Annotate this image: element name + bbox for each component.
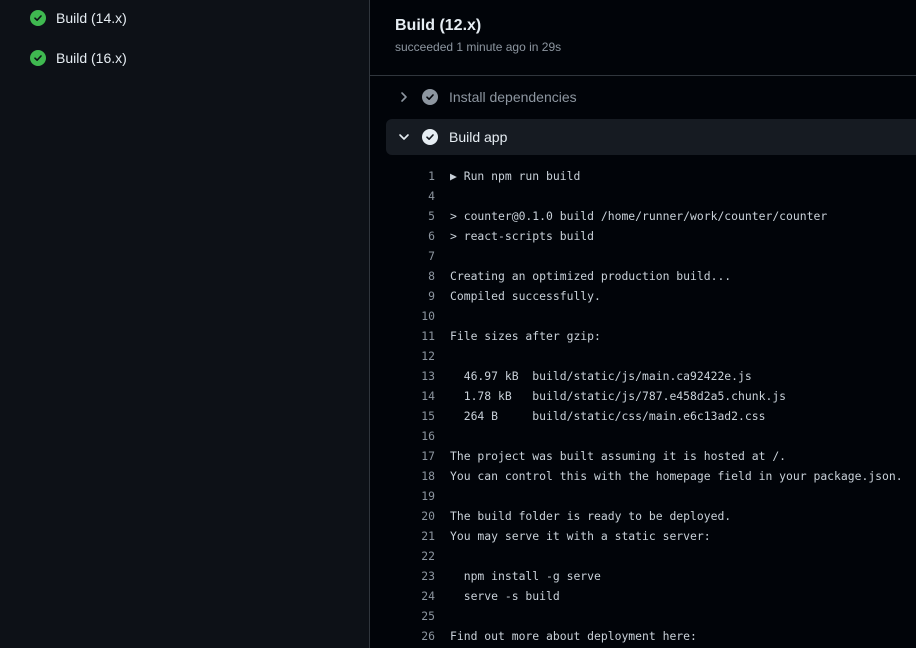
log-line: 12: [370, 346, 916, 366]
log-line: 25: [370, 606, 916, 626]
log-text: > counter@0.1.0 build /home/runner/work/…: [450, 209, 828, 223]
line-number[interactable]: 20: [400, 506, 435, 526]
log-text: You can control this with the homepage f…: [450, 469, 903, 483]
log-text: npm install -g serve: [450, 569, 601, 583]
log-text: Find out more about deployment here:: [450, 629, 697, 643]
line-number[interactable]: 6: [400, 226, 435, 246]
sidebar-job-build-14[interactable]: Build (14.x): [30, 6, 127, 30]
step-success-icon: [422, 129, 438, 145]
log-text: The project was built assuming it is hos…: [450, 449, 787, 463]
line-number[interactable]: 21: [400, 526, 435, 546]
jobs-sidebar: Build (14.x) Build (16.x): [0, 0, 370, 648]
step-label: Install dependencies: [449, 89, 577, 105]
line-number[interactable]: 18: [400, 466, 435, 486]
line-number[interactable]: 19: [400, 486, 435, 506]
log-line: 5 > counter@0.1.0 build /home/runner/work…: [370, 206, 916, 226]
line-number[interactable]: 23: [400, 566, 435, 586]
log-line: 21 You may serve it with a static server:: [370, 526, 916, 546]
step-success-icon: [422, 89, 438, 105]
workflow-run-view: Build (14.x) Build (16.x) Build (12.x) s…: [0, 0, 916, 648]
step-label: Build app: [449, 129, 508, 145]
line-number[interactable]: 8: [400, 266, 435, 286]
log-line: 10: [370, 306, 916, 326]
job-log-panel: Build (12.x) succeeded 1 minute ago in 2…: [370, 0, 916, 648]
log-line: 7: [370, 246, 916, 266]
log-text: File sizes after gzip:: [450, 329, 601, 343]
sidebar-job-build-16[interactable]: Build (16.x): [30, 46, 127, 70]
job-status-text: succeeded 1 minute ago in 29s: [395, 40, 562, 54]
chevron-down-icon: [396, 129, 412, 145]
log-line: 15 264 B build/static/css/main.e6c13ad2.…: [370, 406, 916, 426]
line-number[interactable]: 9: [400, 286, 435, 306]
line-number[interactable]: 12: [400, 346, 435, 366]
log-text: ▶ Run npm run build: [450, 169, 581, 183]
job-header: Build (12.x) succeeded 1 minute ago in 2…: [370, 0, 916, 76]
line-number[interactable]: 1: [400, 166, 435, 186]
log-line: 19: [370, 486, 916, 506]
line-number[interactable]: 25: [400, 606, 435, 626]
log-line: 23 npm install -g serve: [370, 566, 916, 586]
log-text: > react-scripts build: [450, 229, 595, 243]
log-line: 24 serve -s build: [370, 586, 916, 606]
log-line: 26 Find out more about deployment here:: [370, 626, 916, 646]
chevron-right-icon: [396, 89, 412, 105]
log-text: 1.78 kB build/static/js/787.e458d2a5.chu…: [450, 389, 787, 403]
step-install-dependencies[interactable]: Install dependencies: [386, 79, 916, 115]
log-text: Compiled successfully.: [450, 289, 601, 303]
line-number[interactable]: 5: [400, 206, 435, 226]
line-number[interactable]: 16: [400, 426, 435, 446]
line-number[interactable]: 24: [400, 586, 435, 606]
log-line: 20 The build folder is ready to be deploy…: [370, 506, 916, 526]
line-number[interactable]: 13: [400, 366, 435, 386]
line-number[interactable]: 26: [400, 626, 435, 646]
log-text: Creating an optimized production build..…: [450, 269, 732, 283]
log-line: 17 The project was built assuming it is h…: [370, 446, 916, 466]
log-line: 16: [370, 426, 916, 446]
log-line: 14 1.78 kB build/static/js/787.e458d2a5.…: [370, 386, 916, 406]
step-build-app[interactable]: Build app: [386, 119, 916, 155]
log-line: 22: [370, 546, 916, 566]
line-number[interactable]: 14: [400, 386, 435, 406]
log-line: 4: [370, 186, 916, 206]
log-line: 1 ▶ Run npm run build: [370, 166, 916, 186]
sidebar-job-label: Build (14.x): [56, 10, 127, 26]
log-output: 1 ▶ Run npm run build 4 5 > counter@0.1.0 …: [370, 166, 916, 646]
success-check-icon: [30, 10, 46, 26]
line-number[interactable]: 7: [400, 246, 435, 266]
log-line: 6 > react-scripts build: [370, 226, 916, 246]
log-text: You may serve it with a static server:: [450, 529, 711, 543]
log-text: 264 B build/static/css/main.e6c13ad2.css: [450, 409, 766, 423]
line-number[interactable]: 11: [400, 326, 435, 346]
line-number[interactable]: 10: [400, 306, 435, 326]
line-number[interactable]: 22: [400, 546, 435, 566]
line-number[interactable]: 15: [400, 406, 435, 426]
job-title: Build (12.x): [395, 17, 482, 34]
log-line: 9 Compiled successfully.: [370, 286, 916, 306]
log-line: 18 You can control this with the homepage…: [370, 466, 916, 486]
line-number[interactable]: 17: [400, 446, 435, 466]
log-line: 13 46.97 kB build/static/js/main.ca92422…: [370, 366, 916, 386]
log-line: 11 File sizes after gzip:: [370, 326, 916, 346]
line-number[interactable]: 4: [400, 186, 435, 206]
log-text: The build folder is ready to be deployed…: [450, 509, 732, 523]
success-check-icon: [30, 50, 46, 66]
log-text: 46.97 kB build/static/js/main.ca92422e.j…: [450, 369, 752, 383]
log-line: 8 Creating an optimized production build.…: [370, 266, 916, 286]
sidebar-job-label: Build (16.x): [56, 50, 127, 66]
log-text: serve -s build: [450, 589, 560, 603]
